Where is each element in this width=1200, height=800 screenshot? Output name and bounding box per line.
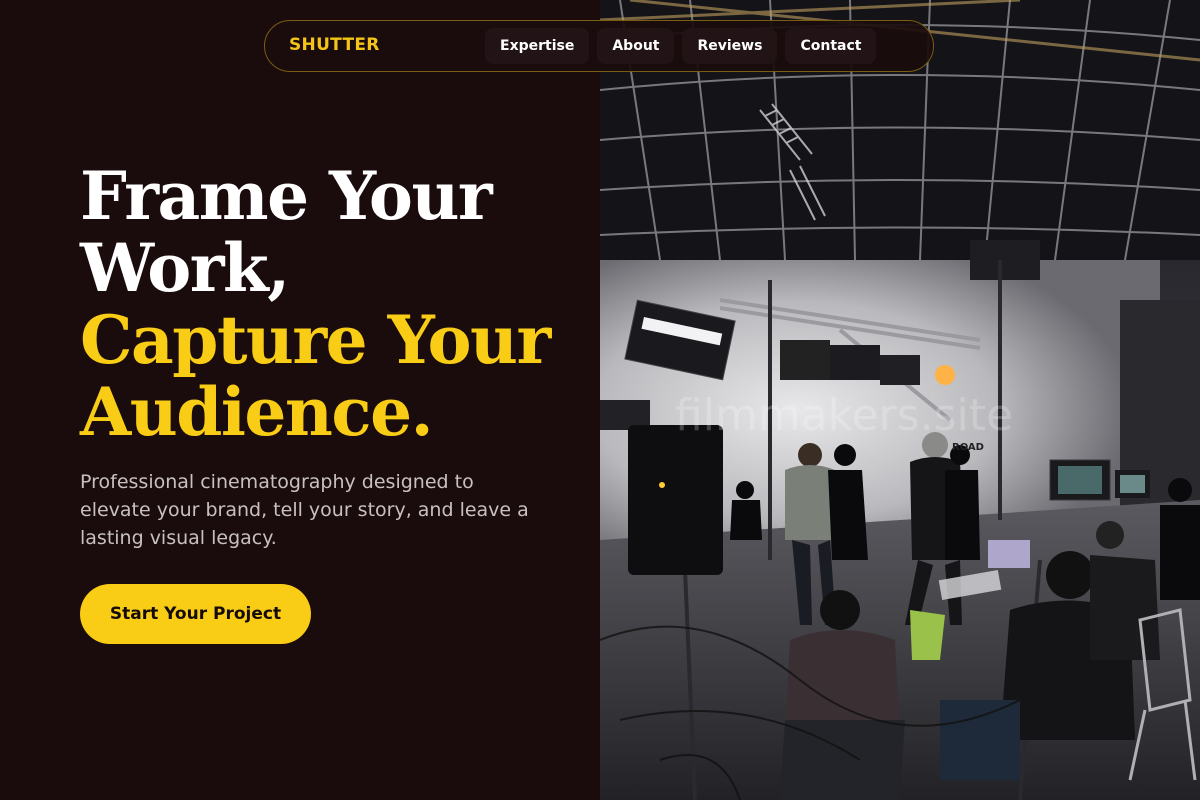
hero-studio-photo: filmmakers.site ROAD [600,0,1200,800]
hero-subtitle: Professional cinematography designed to … [80,471,529,549]
image-watermark: filmmakers.site [675,390,1013,441]
main-navigation: SHUTTER Expertise About Reviews Contact [264,20,934,72]
headline-line-2: Work, [80,229,290,307]
headline-line-1: Frame Your [80,157,493,235]
headline-line-3: Capture Your [80,301,551,379]
headline-line-4: Audience. [80,373,434,451]
nav-link-expertise[interactable]: Expertise [485,28,590,64]
brand-logo[interactable]: SHUTTER [289,35,380,55]
nav-link-about[interactable]: About [597,28,675,64]
nav-link-reviews[interactable]: Reviews [682,28,778,64]
nav-link-contact[interactable]: Contact [785,28,877,64]
nav-links: Expertise About Reviews Contact [485,28,877,64]
hero-headline: Frame Your Work, Capture Your Audience. [80,157,551,451]
image-sign-text: ROAD [952,442,984,453]
studio-scene-illustration: filmmakers.site ROAD [600,0,1200,800]
landing-page: filmmakers.site ROAD SHUTTER Expertise A… [0,0,1200,800]
start-project-button[interactable]: Start Your Project [80,584,311,644]
